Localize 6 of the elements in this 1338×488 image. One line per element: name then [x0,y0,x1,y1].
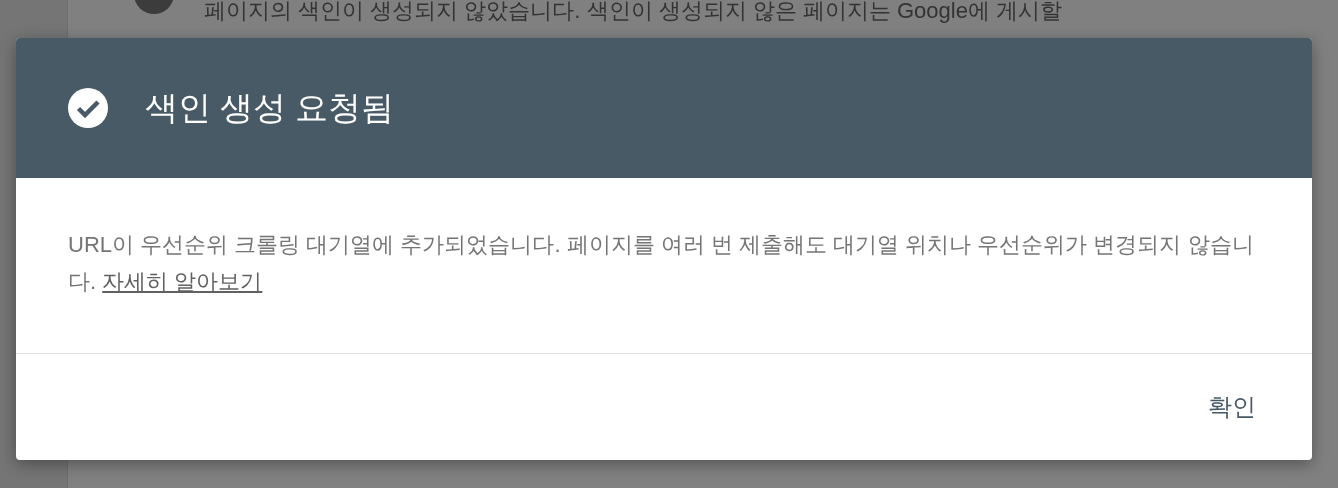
notice-text: 페이지의 색인이 생성되지 않았습니다. 색인이 생성되지 않은 페이지는 Google에 게시할 [204,0,1063,25]
check-circle-icon [68,88,108,128]
learn-more-link[interactable]: 자세히 알아보기 [102,269,263,294]
ok-button[interactable]: 확인 [1192,383,1272,431]
dialog-message: URL이 우선순위 크롤링 대기열에 추가되었습니다. 페이지를 여러 번 제출해도 대기열 위치나 우선순위가 변경되지 않습니다. 자세히 알아보기 [68,231,1255,296]
dialog-title: 색인 생성 요청됨 [145,87,395,128]
